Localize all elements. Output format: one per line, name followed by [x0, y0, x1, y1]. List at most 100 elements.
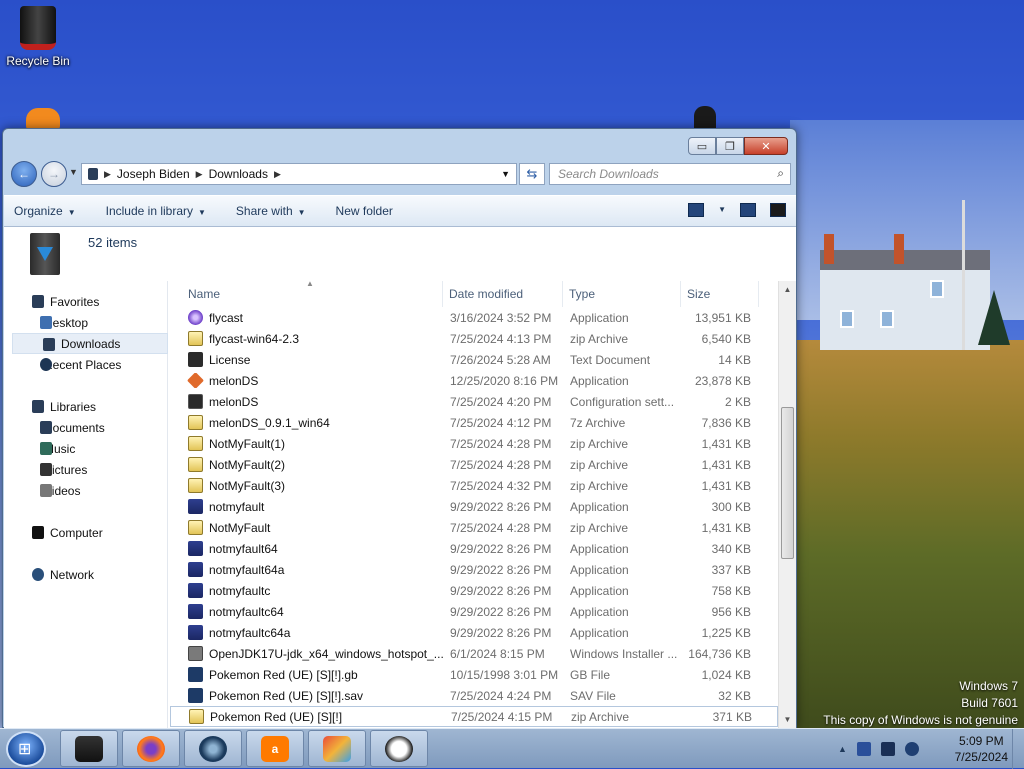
start-button[interactable] [6, 731, 46, 767]
network-tray-icon[interactable] [880, 742, 895, 756]
file-name[interactable]: NotMyFault(3) [170, 478, 443, 493]
change-view-icon[interactable] [688, 203, 705, 217]
file-row[interactable]: NotMyFault(3) 7/25/2024 4:32 PM zip Archiv… [170, 475, 778, 496]
file-name[interactable]: melonDS [170, 373, 443, 388]
file-name[interactable]: notmyfaultc [170, 583, 443, 598]
zip-icon [188, 436, 203, 451]
file-name[interactable]: OpenJDK17U-jdk_x64_windows_hotspot_... [170, 646, 443, 661]
search-input[interactable]: Search Downloads ⌕ [549, 163, 791, 185]
file-row[interactable]: Pokemon Red (UE) [S][!].sav 7/25/2024 4:2… [170, 685, 778, 706]
file-row[interactable]: notmyfault 9/29/2022 8:26 PM Application 30… [170, 496, 778, 517]
file-name[interactable]: Pokemon Red (UE) [S][!].sav [170, 688, 443, 703]
column-size[interactable]: Size [681, 281, 759, 307]
file-name[interactable]: Pokemon Red (UE) [S][!] [171, 709, 444, 724]
volume-icon[interactable] [904, 742, 919, 756]
view-options-chevron-icon[interactable]: ▼ [718, 205, 726, 217]
help-icon[interactable] [770, 203, 786, 217]
file-name[interactable]: NotMyFault [170, 520, 443, 535]
file-row[interactable]: notmyfault64a 9/29/2022 8:26 PM Applicatio… [170, 559, 778, 580]
include-in-library-button[interactable]: Include in library ▼ [106, 204, 206, 218]
nav-computer[interactable]: Computer [4, 522, 167, 543]
vlc-desktop-icon[interactable] [26, 108, 60, 130]
file-row[interactable]: notmyfaultc 9/29/2022 8:26 PM Application 7… [170, 580, 778, 601]
taskbar-avast[interactable]: a [246, 730, 304, 767]
file-row[interactable]: flycast-win64-2.3 7/25/2024 4:13 PM zip Ar… [170, 328, 778, 349]
file-name[interactable]: notmyfault64a [170, 562, 443, 577]
refresh-button[interactable]: ⇆ [519, 163, 545, 185]
breadcrumb-chevron-icon[interactable]: ▶ [196, 169, 203, 180]
search-icon[interactable]: ⌕ [777, 166, 784, 181]
file-name[interactable]: flycast [170, 310, 443, 325]
file-row[interactable]: notmyfaultc64a 9/29/2022 8:26 PM Applicati… [170, 622, 778, 643]
show-desktop-button[interactable] [1012, 729, 1024, 769]
address-bar[interactable]: ▶ Joseph Biden ▶ Downloads ▶ ▼ [81, 163, 517, 185]
nav-network[interactable]: Network [4, 564, 167, 585]
back-button[interactable]: ← [11, 161, 37, 187]
file-name[interactable]: melonDS [170, 394, 443, 409]
taskbar-game[interactable] [308, 730, 366, 767]
file-name[interactable]: notmyfaultc64 [170, 604, 443, 619]
vertical-scrollbar[interactable]: ▲ ▼ [778, 281, 796, 728]
maximize-button[interactable]: ❐ [716, 137, 744, 155]
nav-videos[interactable]: Videos [4, 480, 167, 501]
file-name[interactable]: notmyfault64 [170, 541, 443, 556]
taskbar-explorer[interactable] [60, 730, 118, 767]
share-with-button[interactable]: Share with ▼ [236, 204, 306, 218]
tray-overflow-icon[interactable]: ▲ [838, 744, 847, 754]
file-name[interactable]: Pokemon Red (UE) [S][!].gb [170, 667, 443, 682]
column-date-modified[interactable]: Date modified [443, 281, 563, 307]
nav-desktop[interactable]: Desktop [4, 312, 167, 333]
file-row[interactable]: melonDS_0.9.1_win64 7/25/2024 4:12 PM 7z A… [170, 412, 778, 433]
nav-documents[interactable]: Documents [4, 417, 167, 438]
nav-favorites[interactable]: Favorites [4, 291, 167, 312]
preview-pane-icon[interactable] [740, 203, 756, 217]
desktop-icon-recycle-bin[interactable]: Recycle Bin [0, 6, 76, 68]
breadcrumb-chevron-icon[interactable]: ▶ [274, 169, 281, 180]
file-row[interactable]: Pokemon Red (UE) [S][!].gb 10/15/1998 3:0… [170, 664, 778, 685]
taskbar-firefox[interactable] [122, 730, 180, 767]
file-row[interactable]: License 7/26/2024 5:28 AM Text Document 14 … [170, 349, 778, 370]
file-name[interactable]: NotMyFault(2) [170, 457, 443, 472]
close-button[interactable]: ✕ [744, 137, 788, 155]
taskbar-panda[interactable] [370, 730, 428, 767]
taskbar-clock[interactable]: 5:09 PM 7/25/2024 [955, 733, 1008, 765]
file-row[interactable]: NotMyFault(2) 7/25/2024 4:28 PM zip Archiv… [170, 454, 778, 475]
file-row[interactable]: melonDS 12/25/2020 8:16 PM Application 23,8… [170, 370, 778, 391]
new-folder-button[interactable]: New folder [336, 204, 393, 218]
scroll-down-arrow-icon[interactable]: ▼ [779, 711, 796, 728]
nav-libraries[interactable]: Libraries [4, 396, 167, 417]
file-name[interactable]: melonDS_0.9.1_win64 [170, 415, 443, 430]
action-center-flag-icon[interactable] [856, 742, 871, 756]
organize-button[interactable]: Organize ▼ [14, 204, 76, 218]
file-row[interactable]: notmyfault64 9/29/2022 8:26 PM Application… [170, 538, 778, 559]
file-row[interactable]: NotMyFault(1) 7/25/2024 4:28 PM zip Archiv… [170, 433, 778, 454]
nav-music[interactable]: Music [4, 438, 167, 459]
file-row[interactable]: NotMyFault 7/25/2024 4:28 PM zip Archive 1,… [170, 517, 778, 538]
taskbar-steam[interactable] [184, 730, 242, 767]
file-row[interactable]: OpenJDK17U-jdk_x64_windows_hotspot_... 6/… [170, 643, 778, 664]
nav-downloads[interactable]: Downloads [12, 333, 168, 354]
breadcrumb-downloads[interactable]: Downloads [209, 167, 268, 181]
recent-pages-dropdown[interactable]: ▼ [69, 167, 78, 177]
file-row[interactable]: Pokemon Red (UE) [S][!] 7/25/2024 4:15 PM… [170, 706, 778, 727]
breadcrumb-chevron-icon[interactable]: ▶ [104, 169, 111, 180]
file-name[interactable]: notmyfault [170, 499, 443, 514]
file-name[interactable]: NotMyFault(1) [170, 436, 443, 451]
scroll-up-arrow-icon[interactable]: ▲ [779, 281, 796, 298]
nav-recent-places[interactable]: Recent Places [4, 354, 167, 375]
file-name[interactable]: flycast-win64-2.3 [170, 331, 443, 346]
documents-icon [40, 421, 52, 434]
file-row[interactable]: notmyfaultc64 9/29/2022 8:26 PM Applicatio… [170, 601, 778, 622]
file-name[interactable]: License [170, 352, 443, 367]
breadcrumb-user[interactable]: Joseph Biden [117, 167, 190, 181]
nav-pictures[interactable]: Pictures [4, 459, 167, 480]
file-row[interactable]: melonDS 7/25/2024 4:20 PM Configuration se… [170, 391, 778, 412]
scrollbar-thumb[interactable] [781, 407, 794, 559]
minimize-button[interactable]: ▭ [688, 137, 716, 155]
address-dropdown-icon[interactable]: ▼ [501, 169, 510, 179]
explorer-window: ▭ ❐ ✕ ← → ▼ ▶ Joseph Biden ▶ Downloads ▶… [2, 128, 797, 728]
file-row[interactable]: flycast 3/16/2024 3:52 PM Application 13,95… [170, 307, 778, 328]
column-type[interactable]: Type [563, 281, 681, 307]
forward-button[interactable]: → [41, 161, 67, 187]
file-name[interactable]: notmyfaultc64a [170, 625, 443, 640]
